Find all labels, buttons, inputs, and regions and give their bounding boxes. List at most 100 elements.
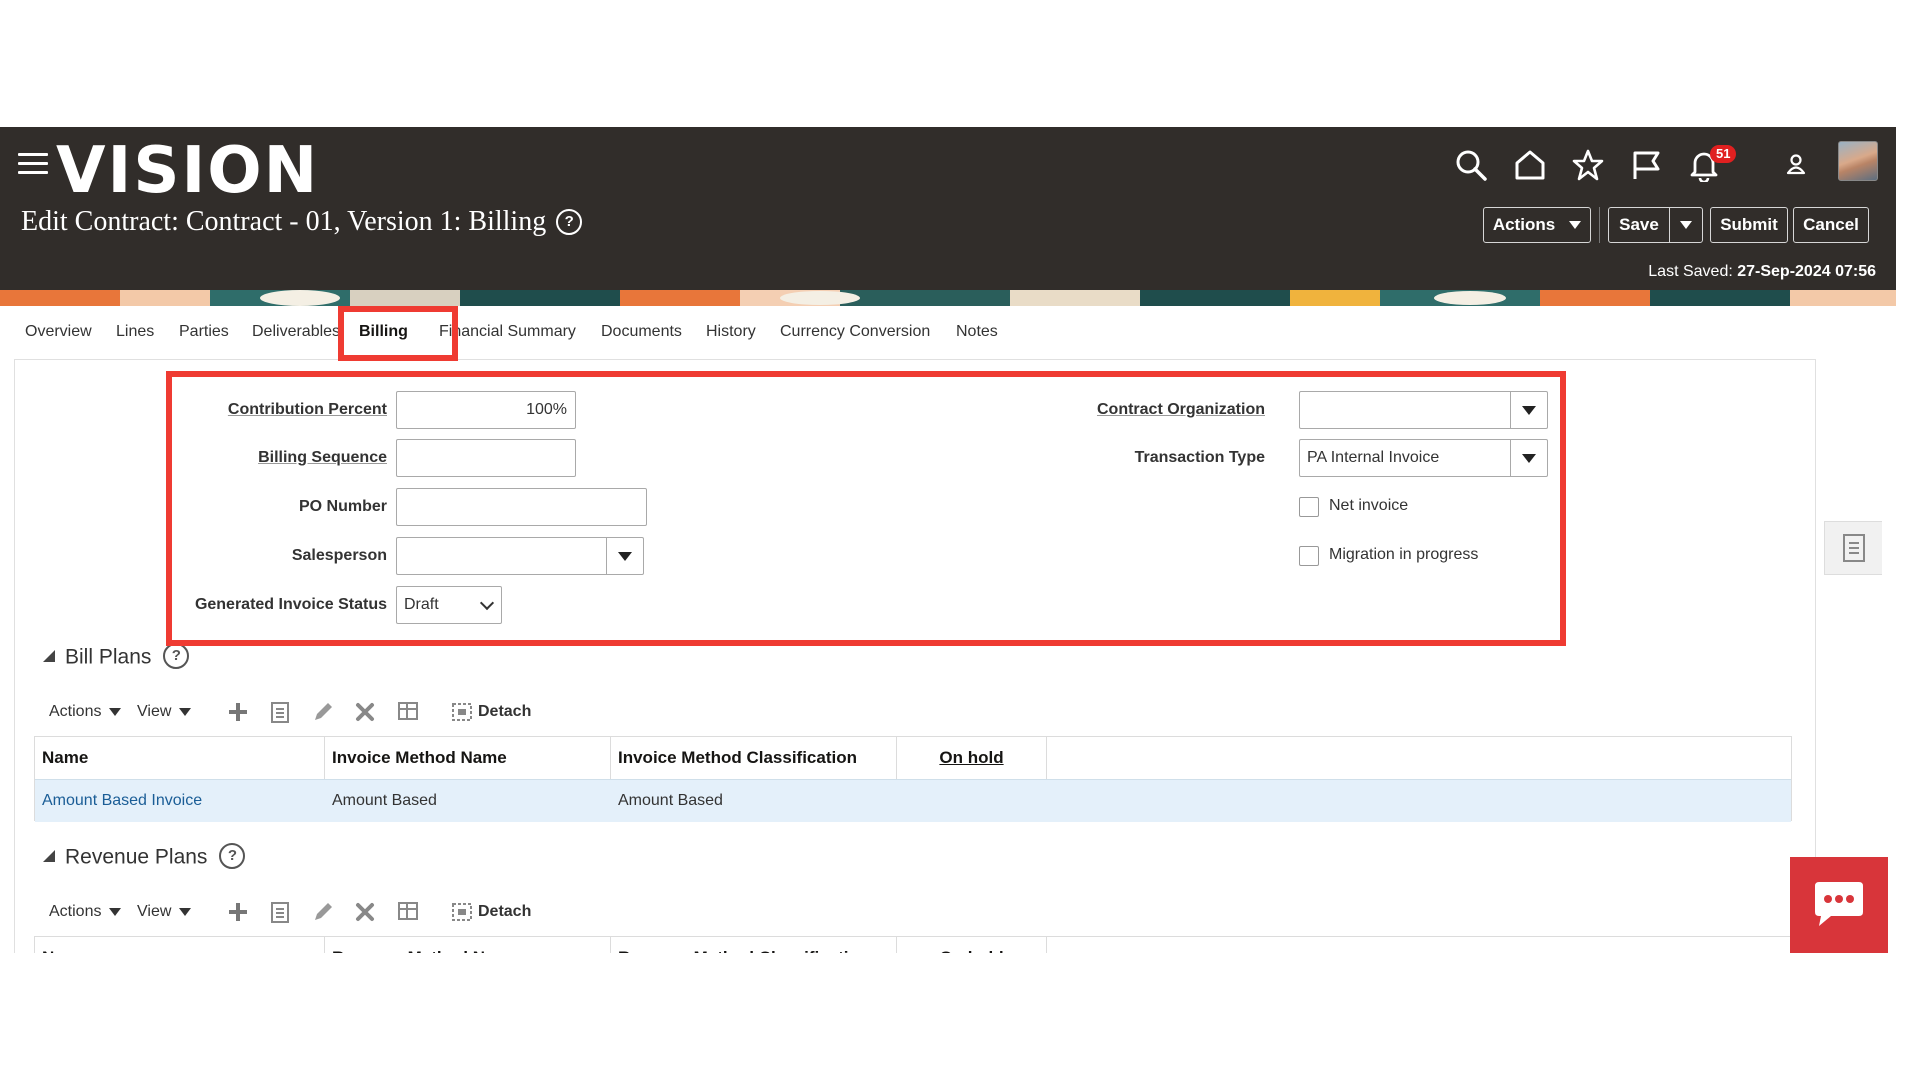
tab-lines[interactable]: Lines bbox=[116, 323, 154, 341]
transaction-type-label: Transaction Type bbox=[1134, 449, 1265, 466]
freeze-icon[interactable] bbox=[395, 899, 421, 925]
revenue-plans-table: Name Revenue Method Name Revenue Method … bbox=[34, 936, 1792, 953]
chevron-down-icon bbox=[479, 595, 495, 611]
chevron-down-icon bbox=[109, 708, 122, 716]
last-saved: Last Saved: 27-Sep-2024 07:56 bbox=[1648, 263, 1876, 280]
migration-in-progress-label: Migration in progress bbox=[1329, 546, 1479, 563]
bill-plans-view-menu[interactable]: View bbox=[137, 703, 192, 721]
generated-invoice-status-label: Generated Invoice Status bbox=[194, 596, 387, 613]
home-icon[interactable] bbox=[1510, 143, 1550, 187]
chevron-down-icon bbox=[109, 908, 122, 916]
chevron-down-icon bbox=[1680, 221, 1692, 229]
invoice-method-name-cell: Amount Based bbox=[332, 792, 437, 809]
help-icon[interactable]: ? bbox=[556, 208, 583, 235]
collapse-triangle-icon[interactable] bbox=[43, 649, 55, 662]
decorative-banner bbox=[0, 290, 1896, 306]
contract-organization-select[interactable] bbox=[1299, 391, 1548, 429]
table-row[interactable]: Amount Based Invoice Amount Based Amount… bbox=[35, 779, 1791, 822]
duplicate-icon[interactable] bbox=[267, 899, 293, 925]
transaction-type-select[interactable]: PA Internal Invoice bbox=[1299, 439, 1548, 477]
net-invoice-label: Net invoice bbox=[1329, 497, 1409, 514]
chevron-down-icon bbox=[179, 908, 192, 916]
flag-icon[interactable] bbox=[1626, 143, 1666, 187]
column-header-revenue-method-name[interactable]: Revenue Method Name bbox=[325, 937, 611, 953]
page-title: Edit Contract: Contract - 01, Version 1:… bbox=[21, 206, 583, 238]
avatar[interactable] bbox=[1838, 141, 1878, 181]
salesperson-select[interactable] bbox=[396, 537, 644, 575]
billing-sequence-label: Billing Sequence bbox=[258, 449, 387, 466]
help-icon[interactable]: ? bbox=[219, 843, 246, 869]
tab-documents[interactable]: Documents bbox=[601, 323, 682, 341]
revenue-plans-header[interactable]: Revenue Plans? bbox=[43, 843, 246, 871]
edit-icon[interactable] bbox=[310, 699, 336, 725]
chevron-down-icon bbox=[179, 708, 192, 716]
cancel-button[interactable]: Cancel bbox=[1793, 207, 1869, 243]
star-icon[interactable] bbox=[1568, 143, 1608, 187]
dropdown-arrow-icon[interactable] bbox=[606, 538, 643, 574]
migration-in-progress-checkbox[interactable] bbox=[1299, 546, 1319, 566]
tab-deliverables[interactable]: Deliverables bbox=[252, 323, 340, 341]
add-icon[interactable] bbox=[225, 699, 251, 725]
po-number-input[interactable] bbox=[396, 488, 647, 526]
revenue-plans-detach-button[interactable]: Detach bbox=[478, 903, 531, 921]
salesperson-label: Salesperson bbox=[291, 547, 387, 564]
bill-plans-actions-menu[interactable]: Actions bbox=[49, 703, 122, 721]
collapse-triangle-icon[interactable] bbox=[43, 849, 55, 862]
column-header-invoice-method-name[interactable]: Invoice Method Name bbox=[325, 737, 611, 779]
tab-overview[interactable]: Overview bbox=[25, 323, 92, 341]
freeze-icon[interactable] bbox=[395, 699, 421, 725]
add-icon[interactable] bbox=[225, 899, 251, 925]
column-header-on-hold[interactable]: On hold bbox=[897, 737, 1047, 779]
detach-icon[interactable] bbox=[449, 899, 475, 925]
chevron-down-icon bbox=[1569, 221, 1582, 229]
bill-plans-header[interactable]: Bill Plans? bbox=[43, 643, 190, 671]
column-header-on-hold[interactable]: On hold bbox=[897, 937, 1047, 953]
po-number-label: PO Number bbox=[298, 498, 387, 515]
revenue-plans-view-menu[interactable]: View bbox=[137, 903, 192, 921]
tab-currency-conversion[interactable]: Currency Conversion bbox=[780, 323, 930, 341]
chat-icon bbox=[1815, 882, 1863, 926]
bell-icon[interactable]: 51 bbox=[1684, 143, 1737, 187]
document-icon bbox=[1842, 534, 1865, 562]
dropdown-arrow-icon[interactable] bbox=[1510, 392, 1547, 428]
billing-sequence-input[interactable] bbox=[396, 439, 576, 477]
dropdown-arrow-icon[interactable] bbox=[1510, 440, 1547, 476]
actions-button[interactable]: Actions bbox=[1483, 207, 1591, 243]
column-header-name[interactable]: Name bbox=[35, 937, 325, 953]
tab-billing[interactable]: Billing bbox=[355, 323, 412, 341]
notification-badge: 51 bbox=[1710, 145, 1737, 163]
column-header-name[interactable]: Name bbox=[35, 737, 325, 779]
detach-icon[interactable] bbox=[449, 699, 475, 725]
save-menu-button[interactable] bbox=[1669, 207, 1703, 243]
bill-plan-name-link[interactable]: Amount Based Invoice bbox=[35, 780, 202, 822]
save-button[interactable]: Save bbox=[1608, 207, 1670, 243]
divider bbox=[1599, 207, 1600, 243]
contribution-percent-label: Contribution Percent bbox=[227, 401, 387, 418]
column-header-invoice-method-classification[interactable]: Invoice Method Classification bbox=[611, 737, 897, 779]
contribution-percent-input[interactable]: 100% bbox=[396, 391, 576, 429]
delete-icon[interactable] bbox=[352, 699, 378, 725]
menu-icon[interactable] bbox=[18, 153, 48, 179]
net-invoice-checkbox[interactable] bbox=[1299, 497, 1319, 517]
tab-history[interactable]: History bbox=[706, 323, 756, 341]
generated-invoice-status-select[interactable]: Draft bbox=[396, 586, 502, 624]
contract-organization-label: Contract Organization bbox=[1096, 401, 1265, 418]
app-window: VISION 51 Edit Contract: Contract - 01, … bbox=[0, 127, 1896, 953]
bill-plans-detach-button[interactable]: Detach bbox=[478, 703, 531, 721]
tab-financial-summary[interactable]: Financial Summary bbox=[439, 323, 576, 341]
submit-button[interactable]: Submit bbox=[1710, 207, 1788, 243]
user-icon[interactable] bbox=[1776, 143, 1816, 187]
revenue-plans-actions-menu[interactable]: Actions bbox=[49, 903, 122, 921]
global-header: VISION 51 Edit Contract: Contract - 01, … bbox=[0, 127, 1896, 290]
side-panel-tab[interactable] bbox=[1824, 521, 1882, 575]
edit-icon[interactable] bbox=[310, 899, 336, 925]
column-header-revenue-method-classification[interactable]: Revenue Method Classification bbox=[611, 937, 897, 953]
tab-notes[interactable]: Notes bbox=[956, 323, 998, 341]
delete-icon[interactable] bbox=[352, 899, 378, 925]
duplicate-icon[interactable] bbox=[267, 699, 293, 725]
chat-button[interactable] bbox=[1790, 857, 1888, 953]
help-icon[interactable]: ? bbox=[163, 643, 190, 669]
search-icon[interactable] bbox=[1451, 143, 1491, 187]
tab-parties[interactable]: Parties bbox=[179, 323, 229, 341]
bill-plans-table: Name Invoice Method Name Invoice Method … bbox=[34, 736, 1792, 822]
